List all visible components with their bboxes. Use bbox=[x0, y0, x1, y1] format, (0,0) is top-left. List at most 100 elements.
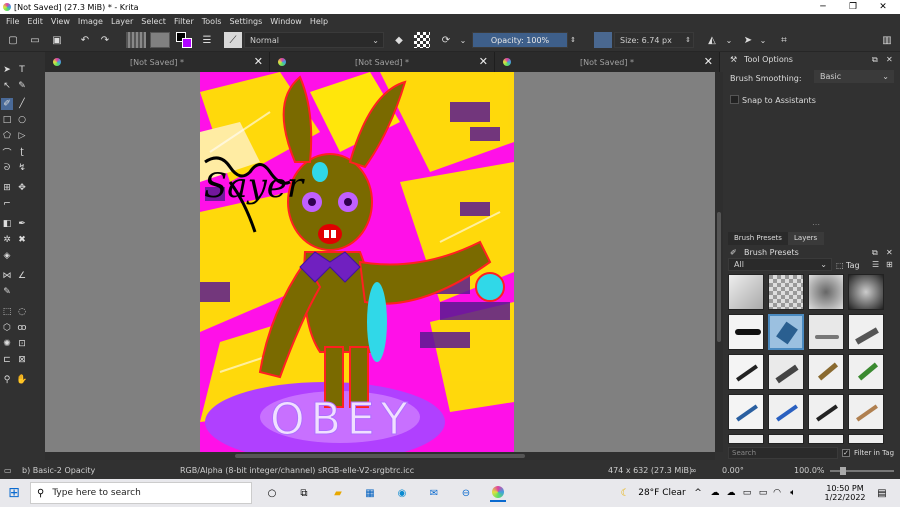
freehand-brush-icon[interactable]: ✐ bbox=[1, 98, 13, 110]
colorize-mask-icon[interactable]: ✖ bbox=[16, 234, 28, 246]
close-icon[interactable]: ✕ bbox=[254, 55, 263, 68]
brush-preset-eraser[interactable] bbox=[728, 274, 764, 310]
current-brush-status[interactable]: b) Basic-2 Opacity bbox=[22, 466, 95, 475]
weather-text[interactable]: 28°F Clear bbox=[636, 484, 688, 502]
weather-icon[interactable]: ☾ bbox=[618, 484, 632, 502]
menu-select[interactable]: Select bbox=[141, 17, 166, 26]
blend-mode-select[interactable]: Normal ⌄ bbox=[244, 32, 384, 48]
menu-edit[interactable]: Edit bbox=[27, 17, 43, 26]
menu-layer[interactable]: Layer bbox=[111, 17, 133, 26]
ellipse-select-icon[interactable]: ◌ bbox=[16, 306, 28, 318]
opacity-slider[interactable]: Opacity: 100% bbox=[472, 32, 568, 48]
text-tool-icon[interactable]: T bbox=[16, 64, 28, 76]
contiguous-select-icon[interactable]: ✺ bbox=[1, 338, 13, 350]
brush-preset-texture-2[interactable] bbox=[768, 434, 804, 444]
crop-icon[interactable]: ⌗ bbox=[776, 32, 792, 48]
polygon-select-icon[interactable]: ⬡ bbox=[1, 322, 13, 334]
tag-label[interactable]: Tag bbox=[846, 261, 860, 270]
float-panel-icon[interactable]: ⧉ bbox=[872, 248, 878, 258]
brush-smoothing-select[interactable]: Basic ⌄ bbox=[814, 70, 894, 83]
reload-icon[interactable]: ⟳ bbox=[438, 32, 454, 48]
brush-preset-pen[interactable] bbox=[768, 394, 804, 430]
taskbar-search-input[interactable]: ⚲ Type here to search bbox=[30, 482, 252, 504]
polygon-tool-icon[interactable]: ⬠ bbox=[1, 130, 13, 142]
zoom-tool-icon[interactable]: ⚲ bbox=[1, 374, 13, 386]
rotation-status[interactable]: 0.00° bbox=[722, 466, 744, 475]
filter-in-tag-checkbox[interactable]: ✓ bbox=[842, 449, 850, 457]
brush-preset-ink-pen[interactable] bbox=[728, 314, 764, 350]
magnetic-select-icon[interactable]: ⊠ bbox=[16, 354, 28, 366]
chevron-down-icon[interactable]: ⌄ bbox=[758, 32, 768, 48]
tab-document-1[interactable]: [Not Saved] * ✕ bbox=[45, 52, 270, 72]
menu-window[interactable]: Window bbox=[270, 17, 302, 26]
wrap-around-icon[interactable]: ➤ bbox=[740, 32, 756, 48]
store-icon[interactable]: ▦ bbox=[362, 484, 378, 502]
polyline-tool-icon[interactable]: ▷ bbox=[16, 130, 28, 142]
color-swatch-icon[interactable] bbox=[176, 32, 192, 48]
brush-preset-airbrush[interactable] bbox=[808, 274, 844, 310]
open-folder-icon[interactable]: ▭ bbox=[28, 32, 42, 48]
multibrush-icon[interactable]: ↯ bbox=[16, 162, 28, 174]
vertical-scrollbar[interactable] bbox=[715, 72, 723, 452]
brush-preset-texture-1[interactable] bbox=[728, 434, 764, 444]
menu-help[interactable]: Help bbox=[310, 17, 328, 26]
splitter-handle[interactable]: ⋯ bbox=[812, 220, 820, 229]
brush-preset-marker[interactable] bbox=[848, 314, 884, 350]
file-explorer-icon[interactable]: ▰ bbox=[330, 484, 346, 502]
float-panel-icon[interactable]: ⧉ bbox=[872, 55, 878, 65]
assistant-tool-icon[interactable]: ⋈ bbox=[1, 270, 13, 282]
restore-button[interactable]: ❐ bbox=[838, 0, 868, 14]
brush-preset-oil[interactable] bbox=[848, 394, 884, 430]
rectangle-tool-icon[interactable]: □ bbox=[1, 114, 13, 126]
color-picker-icon[interactable]: ✒ bbox=[16, 218, 28, 230]
wifi-icon[interactable]: ◠ bbox=[770, 484, 784, 502]
tag-icon[interactable]: ⬚ bbox=[836, 261, 844, 270]
brush-preset-blender[interactable] bbox=[848, 274, 884, 310]
app-icon[interactable]: ⊖ bbox=[458, 484, 474, 502]
transform-tool-icon[interactable]: ⊞ bbox=[1, 182, 13, 194]
edit-shapes-icon[interactable]: ↖ bbox=[1, 80, 13, 92]
clock[interactable]: 10:50 PM 1/22/2022 bbox=[816, 482, 874, 504]
brush-preset-sketch[interactable] bbox=[728, 354, 764, 390]
smart-patch-icon[interactable]: ✲ bbox=[1, 234, 13, 246]
zoom-status[interactable]: 100.0% bbox=[794, 466, 825, 475]
bezier-select-icon[interactable]: ⊏ bbox=[1, 354, 13, 366]
brush-preset-fill[interactable] bbox=[728, 394, 764, 430]
notifications-icon[interactable]: ▤ bbox=[874, 484, 890, 502]
calligraphy-icon[interactable]: ✎ bbox=[16, 80, 28, 92]
brush-preset-charcoal[interactable] bbox=[808, 354, 844, 390]
display-icon[interactable]: ▭ bbox=[756, 484, 770, 502]
brush-settings-icon[interactable]: ☰ bbox=[200, 32, 214, 48]
brush-preset-pencil[interactable] bbox=[808, 314, 844, 350]
dock-panel-icon[interactable]: ▥ bbox=[880, 32, 894, 48]
freehand-select-icon[interactable]: ꝏ bbox=[16, 322, 28, 334]
chevron-down-icon[interactable]: ⌄ bbox=[458, 32, 468, 48]
brush-preset-texture-4[interactable] bbox=[848, 434, 884, 444]
network-icon[interactable]: ▭ bbox=[740, 484, 754, 502]
brush-preset-icon[interactable]: ⟋ bbox=[224, 32, 242, 48]
grid-view-icon[interactable]: ⊞ bbox=[886, 260, 893, 269]
measure-tool-icon[interactable]: ∠ bbox=[16, 270, 28, 282]
gradient-swatch-icon[interactable] bbox=[126, 32, 146, 48]
tab-document-3[interactable]: [Not Saved] * ✕ bbox=[495, 52, 720, 72]
save-icon[interactable]: ▣ bbox=[50, 32, 64, 48]
volume-icon[interactable]: 🔈︎ bbox=[786, 484, 800, 502]
crop-tool-icon[interactable]: ⌐ bbox=[1, 198, 13, 210]
mail-icon[interactable]: ✉ bbox=[426, 484, 442, 502]
zoom-slider-handle[interactable] bbox=[840, 467, 846, 475]
reference-tool-icon[interactable]: ✎ bbox=[1, 286, 13, 298]
alpha-lock-icon[interactable] bbox=[414, 32, 430, 48]
tab-brush-presets[interactable]: Brush Presets bbox=[728, 232, 788, 245]
close-window-button[interactable]: ✕ bbox=[868, 0, 898, 14]
task-view-icon[interactable]: ⧉ bbox=[296, 484, 312, 502]
new-document-icon[interactable]: ▢ bbox=[6, 32, 20, 48]
eraser-icon[interactable]: ◆ bbox=[392, 32, 406, 48]
bezier-tool-icon[interactable]: ⌒ bbox=[1, 146, 13, 159]
menu-tools[interactable]: Tools bbox=[202, 17, 222, 26]
opacity-stepper-icon[interactable]: ⇕ bbox=[568, 32, 578, 48]
list-view-icon[interactable]: ☰ bbox=[872, 260, 879, 269]
brush-preset-texture-3[interactable] bbox=[808, 434, 844, 444]
close-icon[interactable]: ✕ bbox=[479, 55, 488, 68]
dynamic-brush-icon[interactable]: ᘐ bbox=[1, 162, 13, 174]
gradient-tool-icon[interactable]: ◧ bbox=[1, 218, 13, 230]
